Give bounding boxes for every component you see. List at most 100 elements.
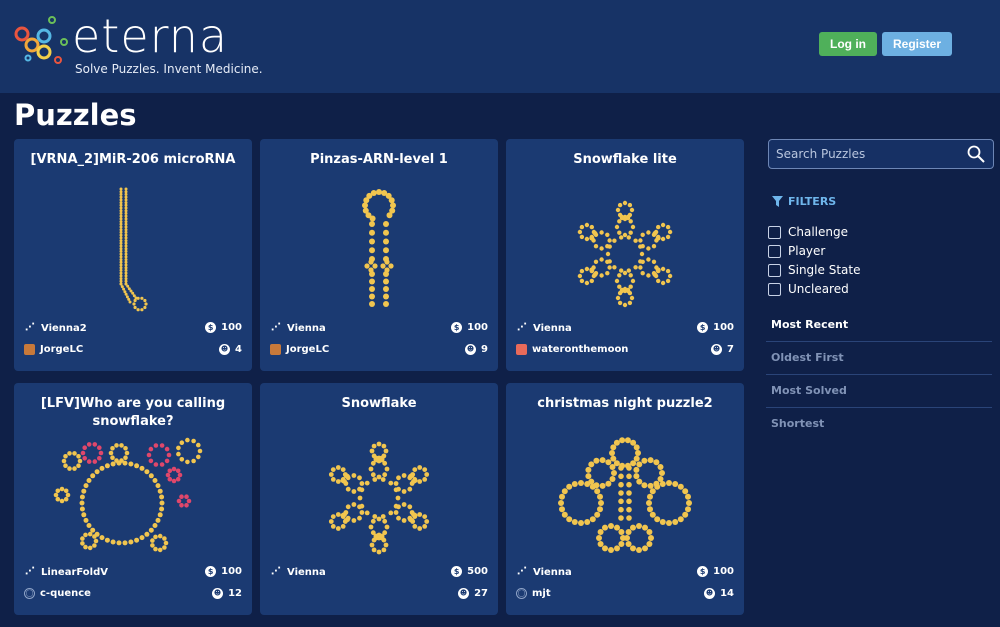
players-icon: ☻ bbox=[219, 344, 231, 355]
engine-icon: ⋰ bbox=[517, 322, 527, 333]
engine-name: Vienna bbox=[533, 322, 572, 334]
puzzle-card[interactable]: christmas night puzzle2 ⋰ Vienna $ 100 ◯… bbox=[506, 383, 744, 615]
author-avatar bbox=[516, 344, 527, 355]
puzzle-structure-preview bbox=[558, 437, 692, 553]
search-icon[interactable] bbox=[967, 145, 985, 163]
checkbox[interactable] bbox=[768, 263, 781, 277]
filter-challenge[interactable]: Challenge bbox=[768, 225, 848, 239]
reward-value: 100 bbox=[221, 566, 242, 577]
author-avatar bbox=[270, 344, 281, 355]
puzzle-title[interactable]: christmas night puzzle2 bbox=[516, 395, 734, 413]
solvers-info: ☻ 12 bbox=[212, 588, 242, 599]
reward-info: $ 100 bbox=[697, 566, 734, 577]
solvers-info: ☻ 4 bbox=[219, 344, 242, 355]
user-icon: ◯ bbox=[516, 588, 527, 599]
solvers-count: 14 bbox=[720, 588, 734, 599]
solvers-count: 27 bbox=[474, 588, 488, 599]
filter-icon bbox=[772, 196, 783, 207]
puzzle-structure-preview bbox=[362, 189, 396, 307]
solvers-count: 12 bbox=[228, 588, 242, 599]
search-input[interactable] bbox=[769, 140, 956, 168]
divider bbox=[766, 407, 992, 408]
author-info[interactable]: ◯ mjt bbox=[516, 588, 551, 599]
sort-most-recent[interactable]: Most Recent bbox=[771, 318, 993, 331]
filters-title: FILTERS bbox=[788, 195, 837, 208]
engine-name: LinearFoldV bbox=[41, 566, 109, 578]
filter-player[interactable]: Player bbox=[768, 244, 825, 258]
tagline: Solve Puzzles. Invent Medicine. bbox=[75, 62, 263, 76]
engine-info: ⋰ Vienna2 bbox=[24, 322, 87, 334]
reward-info: $ 100 bbox=[697, 322, 734, 333]
puzzle-title[interactable]: Pinzas-ARN-level 1 bbox=[270, 151, 488, 169]
reward-info: $ 100 bbox=[205, 322, 242, 333]
puzzle-structure-preview bbox=[328, 441, 430, 555]
engine-info: ⋰ Vienna bbox=[516, 322, 572, 334]
author-name[interactable]: c-quence bbox=[40, 588, 91, 599]
filter-label: Single State bbox=[788, 263, 861, 277]
puzzle-title[interactable]: [LFV]Who are you calling snowflake? bbox=[24, 395, 242, 431]
puzzle-title[interactable]: Snowflake bbox=[270, 395, 488, 413]
coin-icon: $ bbox=[205, 322, 217, 333]
author-info[interactable]: JorgeLC bbox=[24, 344, 83, 355]
eterna-logo-icon[interactable] bbox=[14, 12, 72, 70]
author-name[interactable]: mjt bbox=[532, 588, 551, 599]
reward-value: 100 bbox=[221, 322, 242, 333]
puzzle-structure-preview bbox=[577, 200, 673, 308]
author-name[interactable]: JorgeLC bbox=[286, 344, 329, 355]
checkbox[interactable] bbox=[768, 244, 781, 258]
puzzle-title[interactable]: Snowflake lite bbox=[516, 151, 734, 169]
filter-uncleared[interactable]: Uncleared bbox=[768, 282, 849, 296]
engine-icon: ⋰ bbox=[271, 322, 281, 333]
divider bbox=[766, 341, 992, 342]
divider bbox=[766, 374, 992, 375]
reward-value: 100 bbox=[467, 322, 488, 333]
puzzle-card[interactable]: Snowflake ⋰ Vienna $ 500 ☻ 27 bbox=[260, 383, 498, 615]
sort-shortest[interactable]: Shortest bbox=[771, 417, 993, 430]
reward-value: 500 bbox=[467, 566, 488, 577]
author-name[interactable]: JorgeLC bbox=[40, 344, 83, 355]
engine-info: ⋰ LinearFoldV bbox=[24, 566, 108, 578]
filter-label: Uncleared bbox=[788, 282, 849, 296]
page-title: Puzzles bbox=[14, 98, 137, 132]
engine-icon: ⋰ bbox=[25, 566, 35, 577]
engine-info: ⋰ Vienna bbox=[270, 566, 326, 578]
reward-info: $ 500 bbox=[451, 566, 488, 577]
checkbox[interactable] bbox=[768, 282, 781, 296]
solvers-info: ☻ 14 bbox=[704, 588, 734, 599]
register-button[interactable]: Register bbox=[882, 32, 952, 56]
brand-name[interactable]: eterna bbox=[72, 6, 228, 66]
engine-name: Vienna2 bbox=[41, 322, 87, 334]
players-icon: ☻ bbox=[458, 588, 470, 599]
puzzle-card[interactable]: [LFV]Who are you calling snowflake? ⋰ Li… bbox=[14, 383, 252, 615]
reward-info: $ 100 bbox=[205, 566, 242, 577]
puzzle-card[interactable]: [VRNA_2]MiR-206 microRNA ⋰ Vienna2 $ 100… bbox=[14, 139, 252, 371]
players-icon: ☻ bbox=[212, 588, 224, 599]
engine-info: ⋰ Vienna bbox=[270, 322, 326, 334]
puzzle-title[interactable]: [VRNA_2]MiR-206 microRNA bbox=[24, 151, 242, 169]
login-button[interactable]: Log in bbox=[819, 32, 877, 56]
coin-icon: $ bbox=[451, 322, 463, 333]
checkbox[interactable] bbox=[768, 225, 781, 239]
puzzle-card[interactable]: Pinzas-ARN-level 1 ⋰ Vienna $ 100 JorgeL… bbox=[260, 139, 498, 371]
solvers-info: ☻ 9 bbox=[465, 344, 488, 355]
filter-label: Challenge bbox=[788, 225, 848, 239]
solvers-info: ☻ 7 bbox=[711, 344, 734, 355]
puzzle-card[interactable]: Snowflake lite ⋰ Vienna $ 100 wateronthe… bbox=[506, 139, 744, 371]
author-avatar bbox=[24, 344, 35, 355]
search-box bbox=[768, 139, 994, 169]
filter-single-state[interactable]: Single State bbox=[768, 263, 860, 277]
user-icon: ◯ bbox=[24, 588, 35, 599]
author-info[interactable]: wateronthemoon bbox=[516, 344, 628, 355]
coin-icon: $ bbox=[697, 566, 709, 577]
author-info[interactable]: JorgeLC bbox=[270, 344, 329, 355]
filters-header[interactable]: FILTERS bbox=[772, 195, 836, 208]
reward-info: $ 100 bbox=[451, 322, 488, 333]
author-name[interactable]: wateronthemoon bbox=[532, 344, 628, 355]
sort-oldest-first[interactable]: Oldest First bbox=[771, 351, 993, 364]
engine-icon: ⋰ bbox=[517, 566, 527, 577]
engine-icon: ⋰ bbox=[25, 322, 35, 333]
reward-value: 100 bbox=[713, 566, 734, 577]
sort-most-solved[interactable]: Most Solved bbox=[771, 384, 993, 397]
author-info[interactable]: ◯ c-quence bbox=[24, 588, 91, 599]
solvers-count: 7 bbox=[727, 344, 734, 355]
